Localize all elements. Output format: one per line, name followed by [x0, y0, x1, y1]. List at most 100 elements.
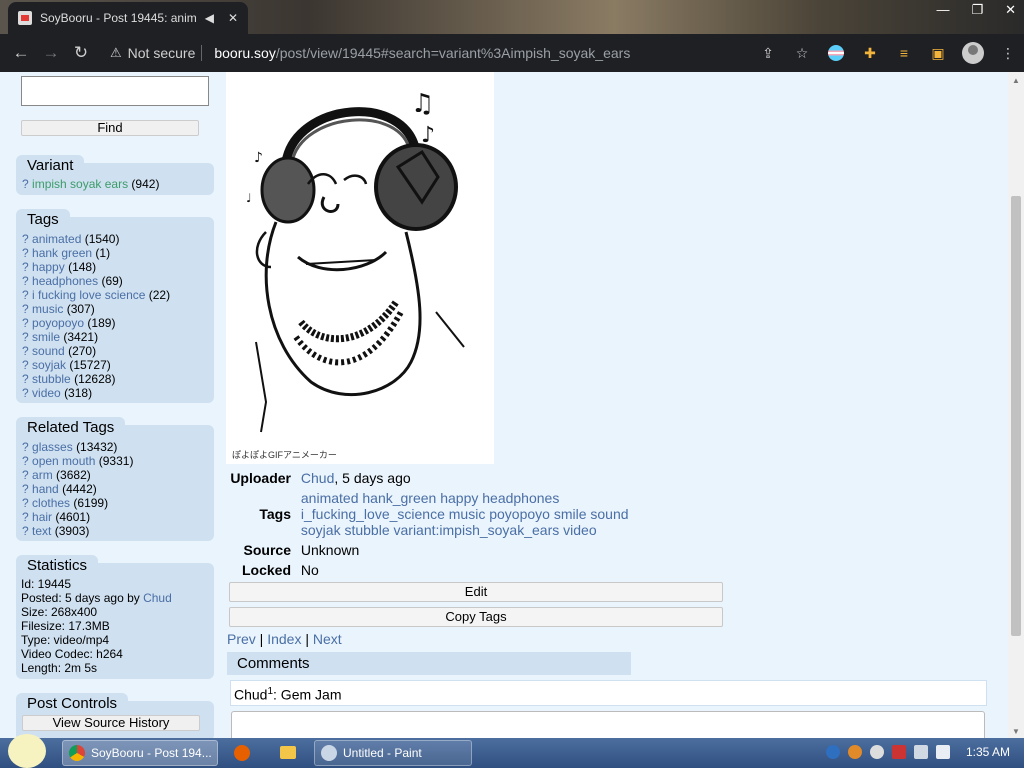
comments-heading: Comments: [227, 652, 631, 675]
stat-size: Size: 268x400: [21, 605, 98, 619]
taskbar-item-paint[interactable]: Untitled - Paint: [314, 740, 472, 766]
post-tags-line[interactable]: soyjak stubble variant:impish_soyak_ears…: [301, 522, 629, 538]
statistics-box: Statistics Id: 19445 Posted: 5 days ago …: [16, 555, 214, 679]
folder-icon[interactable]: [280, 746, 296, 759]
network-icon[interactable]: [913, 745, 928, 759]
comment-author[interactable]: Chud: [234, 687, 267, 703]
firefox-icon[interactable]: [234, 745, 250, 761]
related-tag-item[interactable]: ? text (3903): [22, 524, 208, 538]
system-tray: 1:35 AM: [825, 745, 1010, 759]
related-tags-heading: Related Tags: [16, 417, 126, 439]
tag-item[interactable]: ? music (307): [22, 302, 208, 316]
stat-posted-user-link[interactable]: Chud: [143, 591, 172, 605]
extensions-puzzle-icon[interactable]: ✚: [860, 43, 880, 63]
tag-item[interactable]: ? video (318): [22, 386, 208, 400]
tag-item[interactable]: ? headphones (69): [22, 274, 208, 288]
page-scrollbar[interactable]: ▲ ▼: [1008, 72, 1024, 738]
tag-item[interactable]: ? smile (3421): [22, 330, 208, 344]
search-tray-icon[interactable]: [847, 745, 862, 759]
extension-flag-icon[interactable]: [826, 43, 846, 63]
locked-label: Locked: [241, 562, 291, 578]
stat-posted: Posted: 5 days ago by Chud: [21, 591, 172, 605]
bookmark-star-icon[interactable]: ☆: [792, 43, 812, 63]
media-queue-icon[interactable]: ≡: [894, 43, 914, 63]
tag-item[interactable]: ? sound (270): [22, 344, 208, 358]
taskbar-item-label: Untitled - Paint: [343, 746, 422, 760]
uploader-row: Uploader Chud, 5 days ago: [229, 470, 410, 486]
tag-item[interactable]: ? hank green (1): [22, 246, 208, 260]
svg-text:♫: ♫: [411, 89, 434, 119]
volume-icon[interactable]: [935, 745, 950, 759]
tags-box: Tags ? animated (1540)? hank green (1)? …: [16, 209, 214, 403]
scroll-thumb[interactable]: [1011, 196, 1021, 636]
network-globe-icon[interactable]: [825, 745, 840, 759]
related-tag-item[interactable]: ? hair (4601): [22, 510, 208, 524]
back-icon[interactable]: ←: [6, 43, 36, 63]
smiley-icon[interactable]: [869, 745, 884, 759]
tag-item[interactable]: ? stubble (12628): [22, 372, 208, 386]
share-icon[interactable]: ⇪: [758, 43, 778, 63]
comment-item: Chud1: Gem Jam: [230, 680, 987, 706]
next-link[interactable]: Next: [313, 631, 342, 647]
view-source-history-button[interactable]: View Source History: [22, 715, 200, 731]
post-controls-heading: Post Controls: [16, 693, 129, 715]
soyjak-headphones-drawing: ♫ ♪ ♪ ♩: [246, 89, 465, 433]
restore-icon[interactable]: ❐: [971, 2, 983, 18]
url-domain: booru.soy: [214, 44, 276, 61]
not-secure-label[interactable]: Not secure: [128, 45, 196, 61]
browser-tab-strip: SoyBooru - Post 19445: anim ◀︎ ✕ — ❐ ✕: [0, 0, 1024, 34]
browser-tab[interactable]: SoyBooru - Post 19445: anim ◀︎ ✕: [8, 2, 248, 34]
menu-kebab-icon[interactable]: ⋮: [998, 43, 1018, 63]
post-tags-line[interactable]: i_fucking_love_science music poyopoyo sm…: [301, 506, 629, 522]
uploader-label: Uploader: [230, 470, 291, 486]
close-tab-icon[interactable]: ✕: [228, 11, 238, 25]
post-tags-line[interactable]: animated hank_green happy headphones: [301, 490, 629, 506]
side-panel-icon[interactable]: ▣: [928, 43, 948, 63]
copy-tags-button[interactable]: Copy Tags: [229, 607, 723, 627]
source-label: Source: [243, 542, 291, 558]
tag-item[interactable]: ? animated (1540): [22, 232, 208, 246]
reload-icon[interactable]: ↻: [66, 43, 96, 63]
toolbar-actions: ⇪ ☆ ✚ ≡ ▣ ⋮: [758, 42, 1018, 64]
security-flag-icon[interactable]: [891, 745, 906, 759]
comment-textarea[interactable]: [231, 711, 985, 738]
locked-value: No: [300, 562, 319, 578]
post-image[interactable]: ♫ ♪ ♪ ♩ ぽよぽよGIFアニメーカー: [226, 72, 494, 464]
svg-text:♪: ♪: [421, 123, 435, 148]
source-row: Source Unknown: [229, 542, 360, 558]
mute-icon[interactable]: ◀︎: [205, 11, 214, 25]
scroll-up-icon[interactable]: ▲: [1012, 76, 1020, 85]
variant-item[interactable]: ? impish soyak ears (942): [22, 177, 208, 191]
related-tag-item[interactable]: ? clothes (6199): [22, 496, 208, 510]
related-tag-item[interactable]: ? glasses (13432): [22, 440, 208, 454]
address-bar[interactable]: ⚠ Not secure booru.soy /post/view/19445#…: [110, 38, 830, 67]
profile-avatar[interactable]: [962, 42, 984, 64]
related-tag-item[interactable]: ? arm (3682): [22, 468, 208, 482]
svg-text:♩: ♩: [246, 191, 252, 205]
prev-link[interactable]: Prev: [227, 631, 256, 647]
close-window-icon[interactable]: ✕: [1005, 2, 1016, 18]
tag-item[interactable]: ? poyopoyo (189): [22, 316, 208, 330]
start-button[interactable]: [8, 734, 46, 768]
related-tag-item[interactable]: ? open mouth (9331): [22, 454, 208, 468]
related-tags-list: ? glasses (13432)? open mouth (9331)? ar…: [16, 425, 214, 544]
nav-separator: |: [301, 631, 313, 647]
variant-box: Variant ? impish soyak ears (942): [16, 155, 214, 195]
clock-time[interactable]: 1:35 AM: [966, 745, 1010, 759]
find-button[interactable]: Find: [21, 120, 199, 136]
related-tag-item[interactable]: ? hand (4442): [22, 482, 208, 496]
scroll-down-icon[interactable]: ▼: [1012, 727, 1020, 736]
index-link[interactable]: Index: [267, 631, 301, 647]
stat-type: Type: video/mp4: [21, 633, 110, 647]
post-controls-box: Post Controls View Source History: [16, 693, 214, 738]
search-input[interactable]: [21, 76, 209, 106]
minimize-icon[interactable]: —: [936, 2, 949, 18]
forward-icon[interactable]: →: [36, 43, 66, 63]
warning-icon[interactable]: ⚠: [110, 45, 122, 61]
tag-item[interactable]: ? i fucking love science (22): [22, 288, 208, 302]
taskbar-item-browser[interactable]: SoyBooru - Post 194...: [62, 740, 218, 766]
tag-item[interactable]: ? happy (148): [22, 260, 208, 274]
edit-button[interactable]: Edit: [229, 582, 723, 602]
uploader-link[interactable]: Chud: [301, 470, 334, 486]
tag-item[interactable]: ? soyjak (15727): [22, 358, 208, 372]
